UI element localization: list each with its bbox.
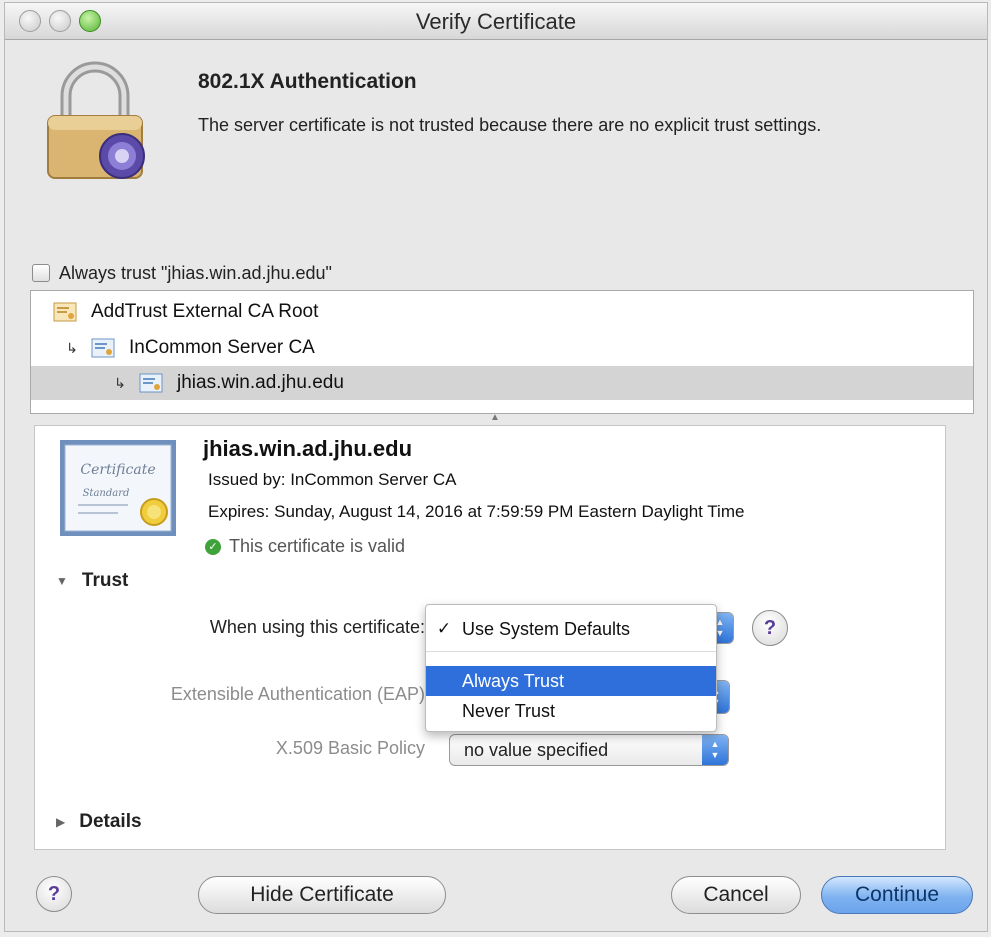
certificate-small-icon: [139, 373, 163, 393]
continue-button[interactable]: Continue: [821, 876, 973, 914]
child-arrow-icon: ↳: [114, 374, 126, 391]
menu-item-never-trust[interactable]: Never Trust: [426, 696, 716, 726]
x509-popup-value: no value specified: [464, 739, 609, 760]
trust-title: Trust: [81, 570, 129, 591]
trust-disclosure[interactable]: ▼ Trust: [56, 570, 128, 592]
certificate-large-icon: Certificate Standard: [60, 440, 176, 536]
certificate-thumb-text: Certificate: [80, 462, 155, 478]
certificate-small-icon: [91, 338, 115, 358]
menu-item-use-system-defaults[interactable]: ✓ Use System Defaults: [426, 614, 716, 644]
disclosure-closed-icon: ▶: [56, 815, 66, 829]
trust-options-menu: ✓ Use System Defaults Always Trust Never…: [425, 604, 717, 732]
chain-item-leaf[interactable]: ↳ jhias.win.ad.jhu.edu: [31, 366, 973, 400]
details-title: Details: [79, 811, 142, 832]
menu-item-always-trust[interactable]: Always Trust: [426, 666, 716, 696]
chain-item-root[interactable]: AddTrust External CA Root: [31, 295, 973, 329]
menu-item-label: Use System Defaults: [462, 618, 631, 639]
certificate-status: ✓ This certificate is valid: [205, 536, 405, 557]
certificate-thumb-subtext: Standard: [83, 488, 130, 499]
chain-item-intermediate[interactable]: ↳ InCommon Server CA: [31, 331, 973, 365]
checkmark-icon: ✓: [436, 619, 452, 638]
certificate-small-icon: [53, 302, 77, 322]
padlock-certificate-icon: [47, 61, 145, 179]
certificate-chain-list: AddTrust External CA Root ↳ InCommon Ser…: [30, 290, 974, 414]
menu-item-label: Never Trust: [462, 700, 556, 721]
disclosure-open-icon: ▼: [56, 574, 68, 588]
certificate-name: jhias.win.ad.jhu.edu: [203, 436, 413, 461]
chain-item-label: jhias.win.ad.jhu.edu: [177, 372, 344, 393]
details-disclosure[interactable]: ▶ Details: [56, 811, 142, 833]
child-arrow-icon: ↳: [66, 339, 78, 356]
auth-message: The server certificate is not trusted be…: [198, 115, 822, 135]
certificate-status-text: This certificate is valid: [229, 536, 406, 556]
chain-item-label: InCommon Server CA: [129, 337, 315, 358]
when-using-label: When using this certificate:: [209, 617, 425, 637]
window-title: Verify Certificate: [415, 9, 577, 34]
popup-stepper-icon: ▲▼: [702, 735, 728, 765]
auth-title: 802.1X Authentication: [198, 70, 417, 93]
hide-certificate-button[interactable]: Hide Certificate: [198, 876, 446, 914]
trust-help-button[interactable]: ?: [752, 610, 788, 646]
chain-item-label: AddTrust External CA Root: [91, 301, 319, 322]
x509-popup[interactable]: no value specified ▲ ▼: [449, 734, 729, 766]
certificate-expiry: Expires: Sunday, August 14, 2016 at 7:59…: [208, 502, 745, 521]
always-trust-label: Always trust "jhias.win.ad.jhu.edu": [59, 262, 332, 283]
always-trust-checkbox[interactable]: [32, 264, 50, 282]
cancel-button[interactable]: Cancel: [671, 876, 801, 914]
split-view-handle[interactable]: ▲: [490, 412, 500, 423]
help-button[interactable]: ?: [36, 876, 72, 912]
eap-label: Extensible Authentication (EAP): [170, 684, 425, 704]
x509-label: X.509 Basic Policy: [275, 738, 425, 758]
menu-separator: [426, 651, 716, 652]
menu-item-label: Always Trust: [462, 670, 565, 691]
title-bar: Verify Certificate: [5, 3, 987, 40]
checkmark-valid-icon: ✓: [205, 538, 221, 555]
always-trust-option[interactable]: Always trust "jhias.win.ad.jhu.edu": [32, 260, 332, 286]
certificate-issuer: Issued by: InCommon Server CA: [208, 470, 457, 489]
